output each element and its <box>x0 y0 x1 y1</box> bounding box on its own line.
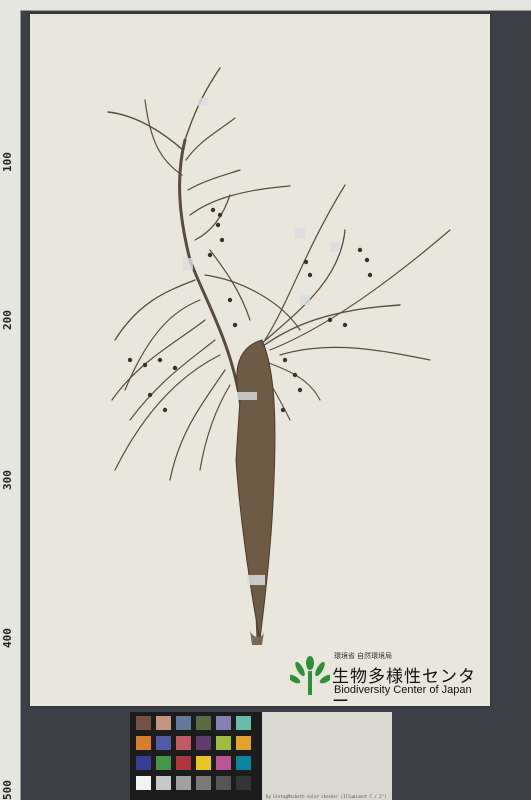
ministry-text: 環境省 自然環境局 <box>334 653 392 660</box>
color-swatch <box>136 716 151 730</box>
color-swatch <box>216 716 231 730</box>
color-swatch <box>136 776 151 790</box>
color-swatch <box>236 756 251 770</box>
color-card-caption: by GretagMacbeth color checker (Illumina… <box>266 794 387 799</box>
color-swatch <box>156 736 171 750</box>
color-swatch <box>156 756 171 770</box>
color-swatch <box>156 716 171 730</box>
color-swatch <box>176 776 191 790</box>
color-checker-card: by GretagMacbeth color checker (Illumina… <box>130 712 392 800</box>
color-swatch <box>216 756 231 770</box>
color-swatch <box>176 736 191 750</box>
color-value-table: by GretagMacbeth color checker (Illumina… <box>262 712 392 800</box>
plant-logo-icon <box>290 656 330 695</box>
color-swatch <box>136 736 151 750</box>
color-swatch <box>156 776 171 790</box>
color-swatch <box>216 736 231 750</box>
color-swatch <box>196 736 211 750</box>
color-swatch <box>196 756 211 770</box>
color-swatch <box>236 736 251 750</box>
color-swatches <box>136 716 256 796</box>
color-swatch <box>196 776 211 790</box>
center-name-en: Biodiversity Center of Japan <box>334 684 472 696</box>
color-swatch <box>216 776 231 790</box>
color-swatch <box>176 716 191 730</box>
color-swatch <box>196 716 211 730</box>
color-swatch <box>176 756 191 770</box>
institution-logo: 環境省 自然環境局 生物多様性センター Biodiversity Center … <box>290 651 490 711</box>
color-swatch <box>136 756 151 770</box>
color-swatch <box>236 776 251 790</box>
color-swatch <box>236 716 251 730</box>
